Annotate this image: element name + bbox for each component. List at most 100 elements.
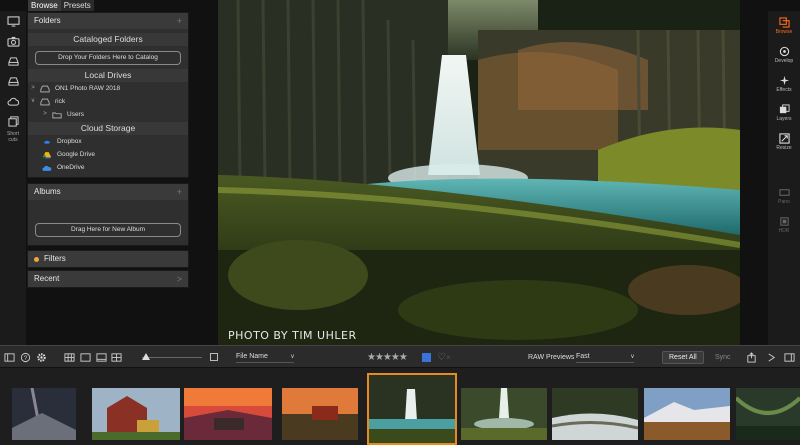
effects-icon bbox=[779, 75, 789, 85]
cloud-label: Google Drive bbox=[57, 151, 95, 158]
folders-panel-header[interactable]: Folders + bbox=[28, 13, 188, 29]
develop-icon bbox=[779, 46, 789, 56]
tab-presets[interactable]: Presets bbox=[61, 0, 94, 11]
select-all-checkbox[interactable] bbox=[210, 346, 218, 368]
filmstrip bbox=[0, 368, 800, 445]
module-label: Browse bbox=[775, 28, 793, 35]
pano-icon bbox=[778, 188, 790, 196]
module-resize[interactable]: Resize bbox=[768, 127, 800, 156]
main-photo[interactable]: PHOTO BY TIM UHLER bbox=[218, 0, 740, 345]
module-layers[interactable]: Layers bbox=[768, 98, 800, 127]
add-folder-icon[interactable]: + bbox=[177, 13, 182, 29]
toggle-panel-icon[interactable] bbox=[4, 346, 15, 368]
albums-panel-header[interactable]: Albums + bbox=[28, 184, 188, 200]
folder-row-users[interactable]: > Users bbox=[28, 108, 188, 121]
shortcuts-label-2: cuts bbox=[8, 137, 18, 143]
layers-icon bbox=[779, 103, 790, 113]
raw-previews-value: Fast bbox=[576, 353, 590, 360]
toggle-right-panel-icon[interactable] bbox=[784, 346, 795, 368]
camera-icon[interactable] bbox=[0, 31, 26, 51]
drive-icon[interactable] bbox=[0, 71, 26, 91]
cloud-icon[interactable] bbox=[0, 91, 26, 111]
sort-select[interactable]: File Name v bbox=[236, 346, 294, 368]
chevron-right-icon[interactable]: > bbox=[28, 82, 38, 95]
google-drive-icon bbox=[40, 151, 53, 159]
svg-text:?: ? bbox=[24, 354, 28, 361]
module-label: Layers bbox=[776, 115, 792, 122]
bottom-toolbar: ? File Name v ★★★★★ ♡ × RAW Previews Fast bbox=[0, 345, 800, 367]
browse-icon bbox=[778, 16, 790, 28]
slider-thumb[interactable] bbox=[142, 352, 150, 360]
share-icon[interactable] bbox=[746, 346, 757, 368]
module-browse[interactable]: Browse bbox=[768, 11, 800, 40]
new-album-button[interactable]: Drag Here for New Album bbox=[35, 223, 181, 237]
thumbnail[interactable] bbox=[12, 388, 76, 445]
gear-icon[interactable] bbox=[36, 346, 47, 368]
thumbnail[interactable] bbox=[461, 388, 547, 445]
albums-panel: Albums + Drag Here for New Album bbox=[27, 183, 189, 246]
left-icon-strip: Short cuts bbox=[0, 11, 26, 345]
drop-folders-button[interactable]: Drop Your Folders Here to Catalog bbox=[35, 51, 181, 65]
module-label: Pano bbox=[778, 198, 790, 205]
sync-label: Sync bbox=[715, 353, 731, 361]
folder-icon bbox=[50, 111, 63, 119]
thumbnail[interactable] bbox=[184, 388, 272, 445]
module-develop[interactable]: Develop bbox=[768, 40, 800, 69]
recent-panel[interactable]: Recent > bbox=[27, 270, 189, 288]
monitor-icon[interactable] bbox=[0, 11, 26, 31]
thumbnail[interactable] bbox=[552, 388, 638, 445]
tab-browse[interactable]: Browse bbox=[28, 0, 61, 11]
shortcuts-icon[interactable] bbox=[0, 111, 26, 131]
thumbnail[interactable] bbox=[644, 388, 730, 445]
thumbnail[interactable] bbox=[282, 388, 358, 445]
waterfall-image bbox=[218, 0, 740, 345]
reset-all-button[interactable]: Reset All bbox=[662, 346, 704, 368]
folders-panel: Folders + Cataloged Folders Drop Your Fo… bbox=[27, 12, 189, 178]
help-icon[interactable]: ? bbox=[20, 346, 31, 368]
filmstrip-view-icon[interactable] bbox=[96, 346, 107, 368]
cloud-row-dropbox[interactable]: Dropbox bbox=[28, 135, 188, 148]
star-rating-filter[interactable]: ★★★★★ bbox=[367, 346, 408, 368]
folders-title: Folders bbox=[34, 16, 61, 25]
chevron-right-icon[interactable]: > bbox=[177, 271, 182, 287]
cloud-row-google-drive[interactable]: Google Drive bbox=[28, 148, 188, 161]
drive-row-on1[interactable]: > ON1 Photo RAW 2018 bbox=[28, 82, 188, 95]
sync-button[interactable]: Sync bbox=[715, 346, 731, 368]
color-label-filter[interactable] bbox=[422, 346, 431, 368]
filters-panel-header[interactable]: Filters bbox=[28, 251, 188, 267]
raw-previews-select[interactable]: Fast v bbox=[576, 346, 634, 368]
drive-label: ON1 Photo RAW 2018 bbox=[55, 85, 121, 92]
cataloged-folders-title: Cataloged Folders bbox=[28, 33, 188, 46]
drive-label: rick bbox=[55, 98, 66, 105]
recent-panel-header[interactable]: Recent > bbox=[28, 271, 188, 287]
drive-row-rick[interactable]: v rick bbox=[28, 95, 188, 108]
cloud-label: OneDrive bbox=[57, 164, 85, 171]
filters-panel[interactable]: Filters bbox=[27, 250, 189, 268]
compare-view-icon[interactable] bbox=[111, 346, 122, 368]
module-pano[interactable]: Pano bbox=[768, 181, 800, 210]
cloud-label: Dropbox bbox=[57, 138, 82, 145]
thumbnail-selected[interactable] bbox=[367, 373, 457, 445]
chevron-right-icon[interactable]: > bbox=[40, 108, 50, 121]
photo-credit: PHOTO BY TIM UHLER bbox=[228, 329, 357, 342]
drive-icon[interactable] bbox=[0, 51, 26, 71]
thumbnail-size-slider[interactable] bbox=[138, 346, 202, 368]
grid-view-icon[interactable] bbox=[64, 346, 75, 368]
thumbnail[interactable] bbox=[736, 388, 800, 445]
module-label: Develop bbox=[774, 57, 794, 64]
thumbnail[interactable] bbox=[92, 388, 180, 445]
module-effects[interactable]: Effects bbox=[768, 69, 800, 98]
add-album-icon[interactable]: + bbox=[177, 184, 182, 200]
module-hdr[interactable]: HDR bbox=[768, 210, 800, 239]
chevron-down-icon[interactable]: v bbox=[28, 95, 38, 108]
detail-view-icon[interactable] bbox=[80, 346, 91, 368]
star-rating[interactable]: ★★★★★ bbox=[367, 352, 408, 363]
cloud-row-onedrive[interactable]: OneDrive bbox=[28, 161, 188, 174]
filters-title: Filters bbox=[44, 254, 66, 263]
heart-icon[interactable]: ♡ × bbox=[437, 346, 451, 368]
reset-all-label: Reset All bbox=[662, 350, 704, 364]
cloud-storage-title: Cloud Storage bbox=[28, 122, 188, 135]
forward-icon[interactable] bbox=[766, 346, 777, 368]
local-drives-title: Local Drives bbox=[28, 69, 188, 82]
raw-previews-label: RAW Previews bbox=[528, 353, 575, 361]
